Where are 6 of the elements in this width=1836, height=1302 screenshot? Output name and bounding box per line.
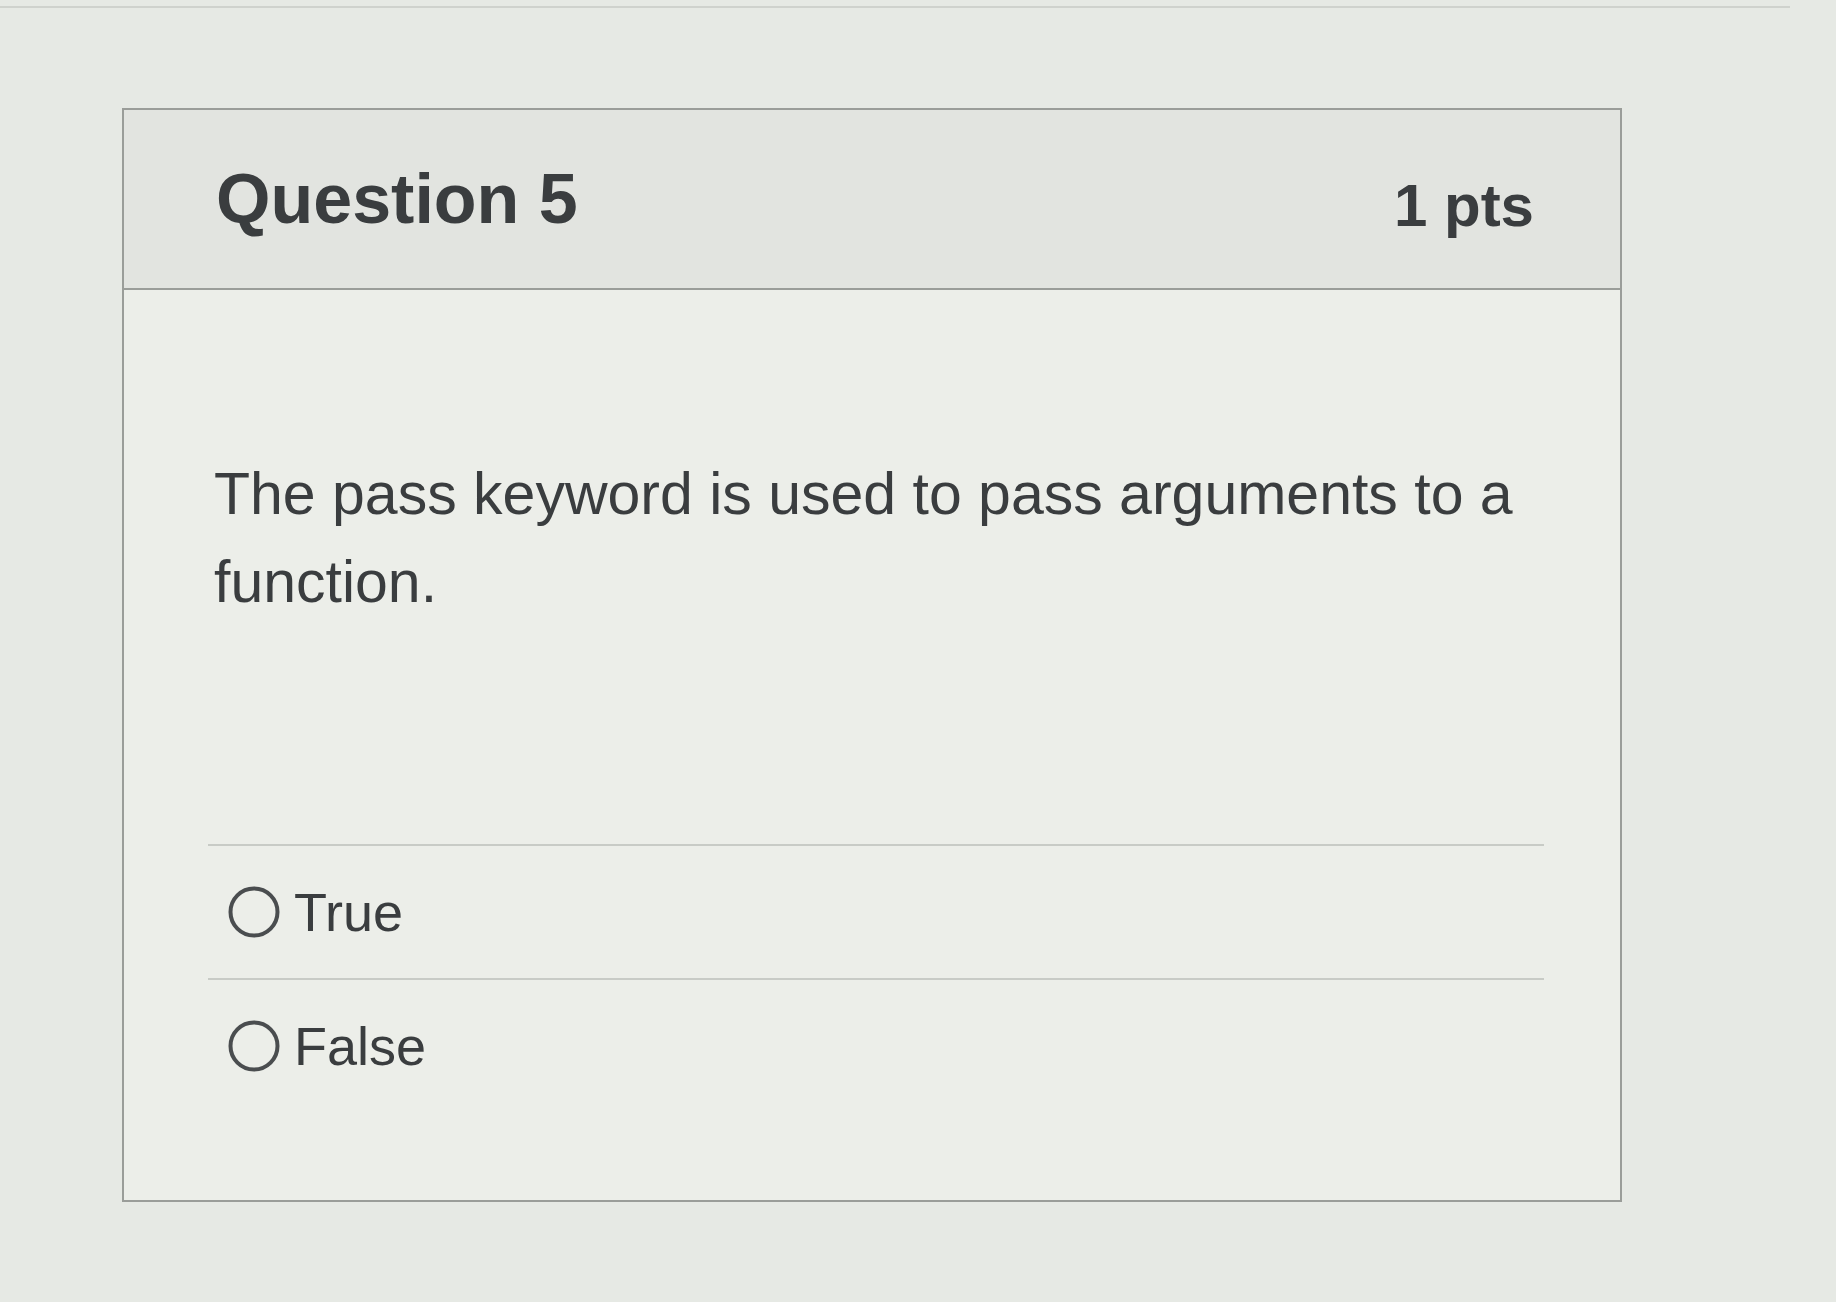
answer-label[interactable]: False xyxy=(294,1019,427,1073)
radio-button[interactable] xyxy=(228,886,280,938)
points-label: 1 pts xyxy=(1393,176,1534,236)
answer-label[interactable]: True xyxy=(294,885,404,939)
question-text: The pass keyword is used to pass arguments to a function. xyxy=(214,460,1514,617)
radio-button[interactable] xyxy=(228,1020,280,1072)
